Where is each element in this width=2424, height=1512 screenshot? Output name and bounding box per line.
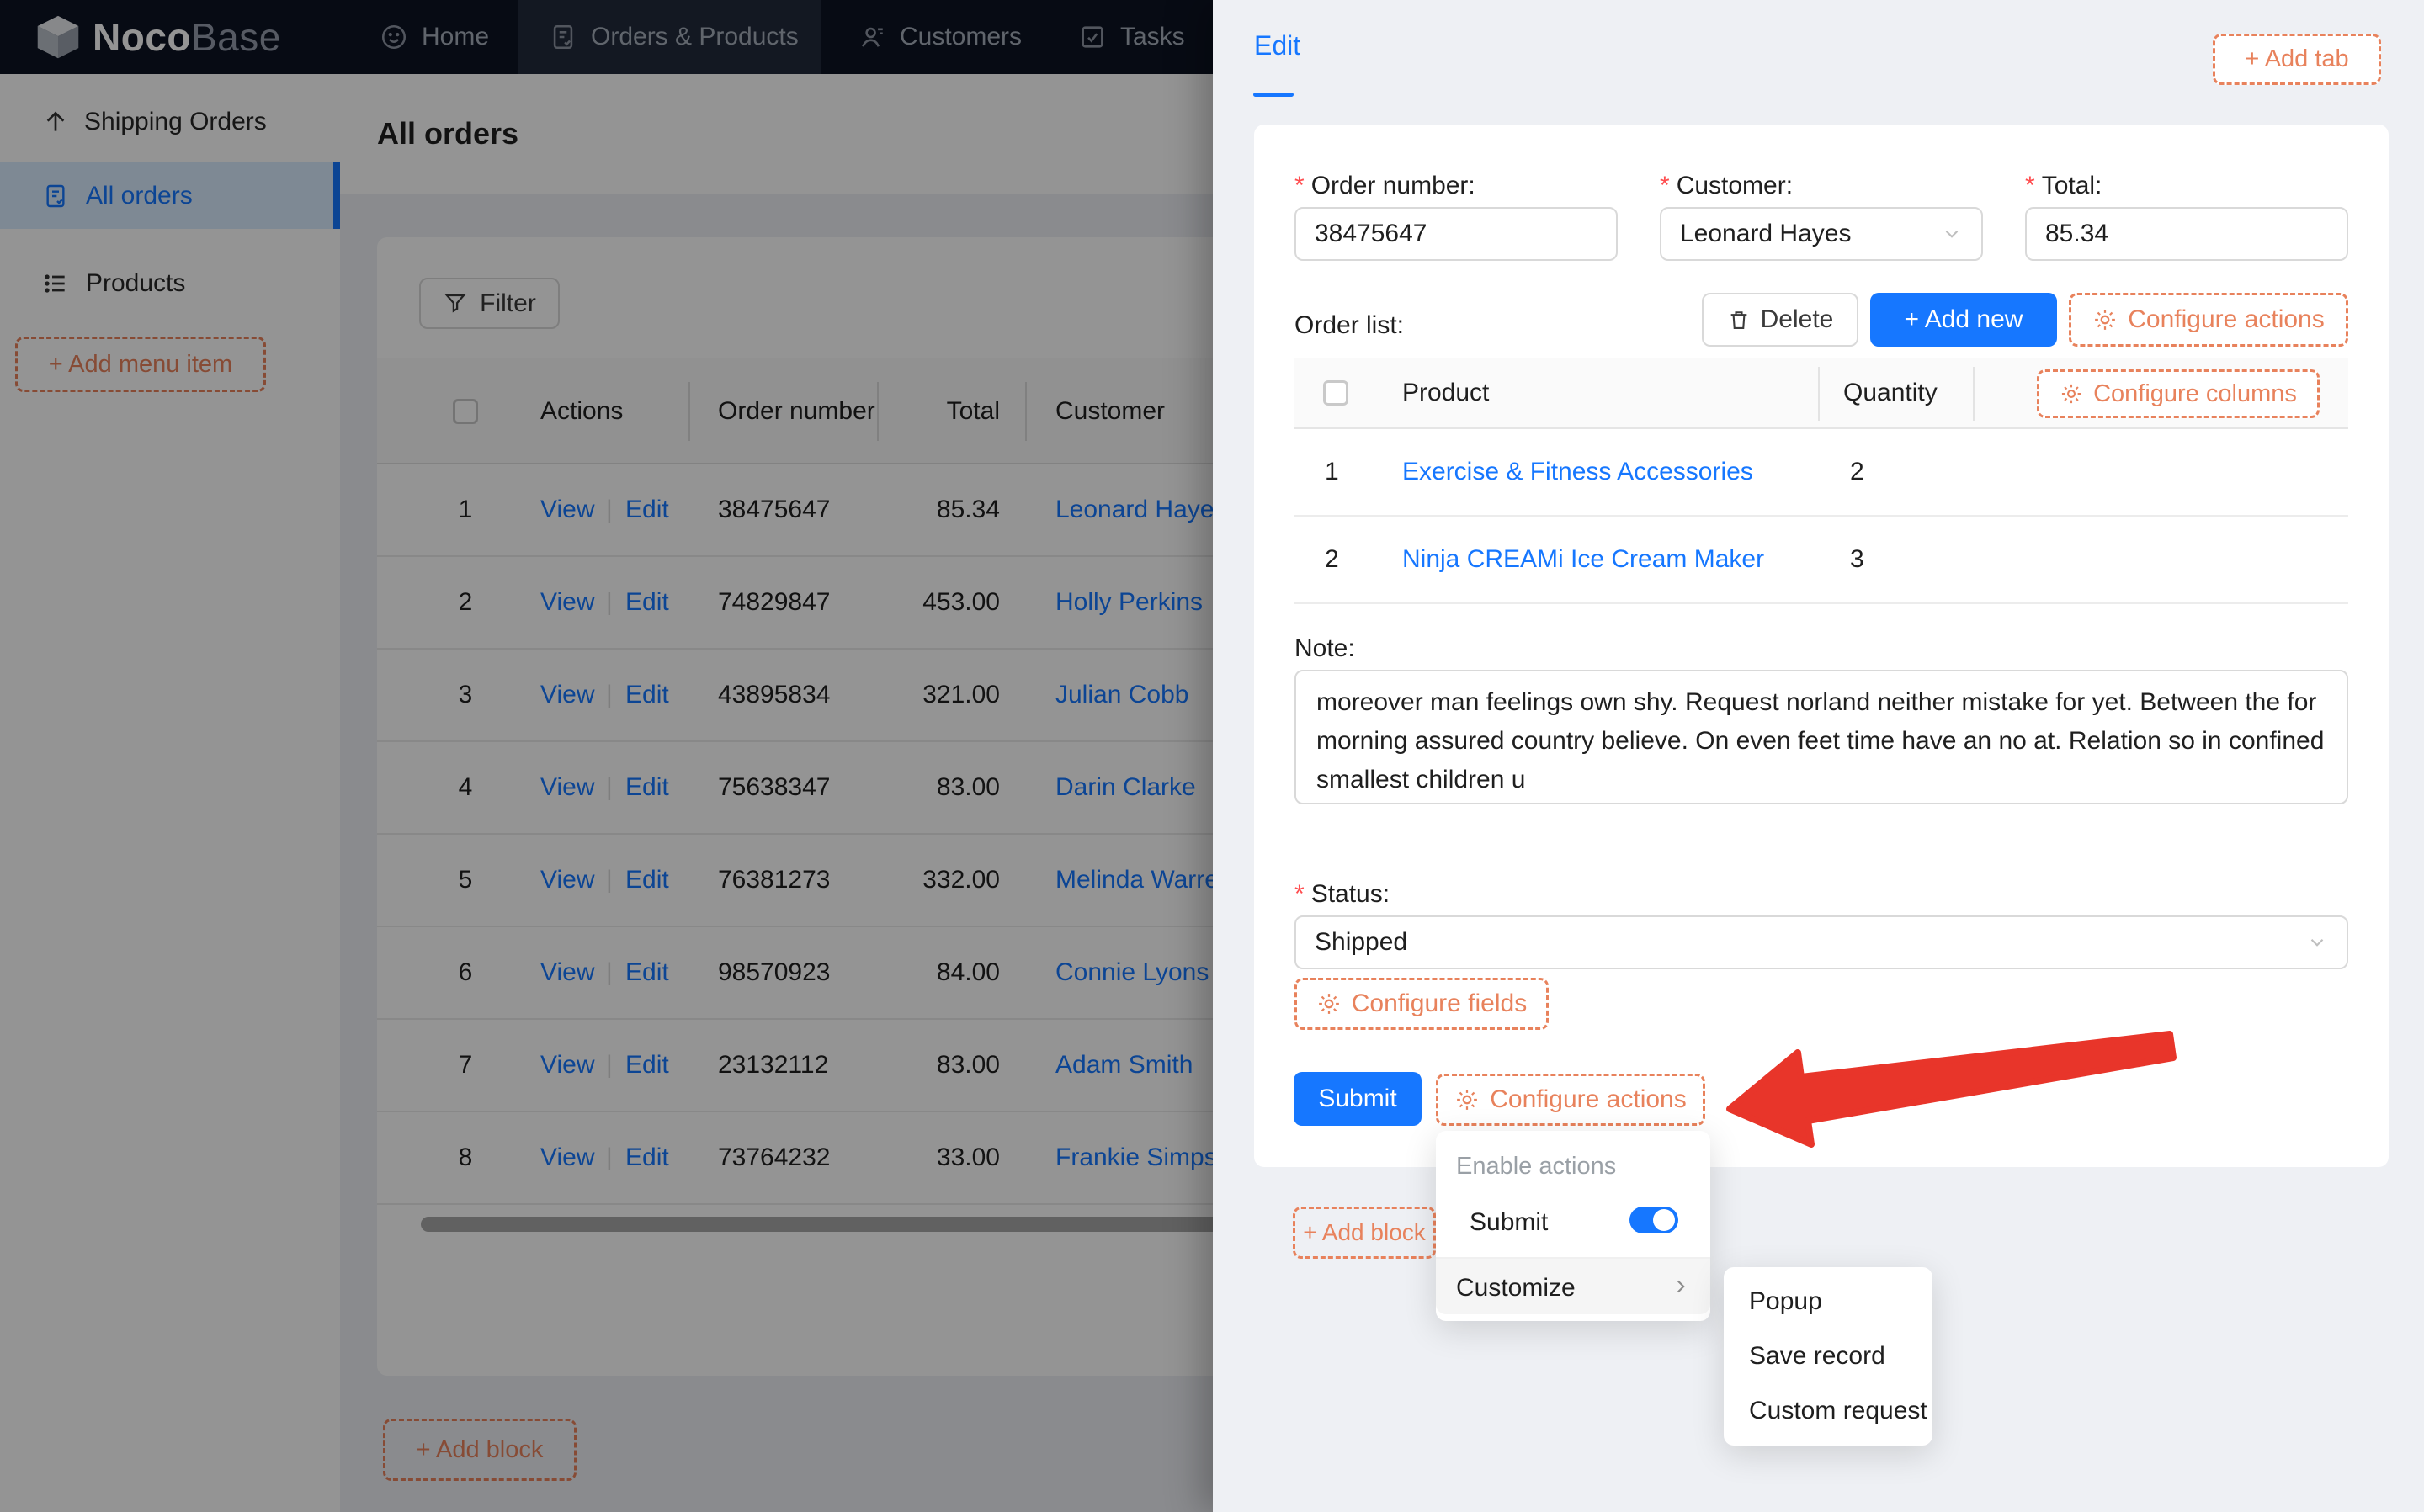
configure-actions-button-form[interactable]: Configure actions [1436,1074,1705,1126]
row-index: 1 [1325,458,1339,485]
quantity-cell: 2 [1850,458,1864,485]
add-new-button[interactable]: + Add new [1870,293,2057,347]
customer-label: * Customer: [1660,172,1794,199]
configure-actions-button-orderlist[interactable]: Configure actions [2069,293,2348,347]
required-asterisk: * [1660,172,1670,199]
order-list-subtable: Product Quantity Configure columns 1 Exe… [1294,358,2348,604]
submenu-item[interactable]: Popup [1724,1274,1932,1329]
column-divider [1973,367,1975,421]
submenu-item[interactable]: Custom request [1724,1383,1932,1438]
submit-button[interactable]: Submit [1294,1072,1422,1126]
gear-icon [2062,384,2081,404]
gear-icon [1457,1090,1478,1110]
drawer-mask[interactable] [0,0,1213,1512]
tab-active-underline [1253,93,1294,97]
required-asterisk: * [1294,172,1305,199]
column-header-product[interactable]: Product [1402,379,1489,407]
total-input[interactable]: 85.34 [2025,207,2348,261]
total-label: * Total: [2025,172,2102,199]
subtable-row: 1 Exercise & Fitness Accessories 2 [1294,429,2348,517]
product-link[interactable]: Ninja CREAMi Ice Cream Maker [1402,545,1764,574]
row-index: 2 [1325,545,1339,573]
menu-item-customize[interactable]: Customize [1436,1259,1710,1314]
delete-label: Delete [1760,305,1834,333]
configure-columns-button[interactable]: Configure columns [2037,369,2320,418]
toggle-knob [1653,1209,1675,1231]
tab-edit[interactable]: Edit [1254,30,1300,61]
chevron-down-icon [1945,230,1959,238]
order-number-input[interactable]: 38475647 [1294,207,1618,261]
configure-actions-dropdown: Enable actions Submit Customize [1436,1131,1710,1321]
status-select[interactable]: Shipped [1294,915,2348,969]
delete-button[interactable]: Delete [1702,293,1858,347]
subtable-header: Product Quantity Configure columns [1294,358,2348,429]
order-number-label: * Order number: [1294,172,1475,199]
subtable-row: 2 Ninja CREAMi Ice Cream Maker 3 [1294,517,2348,604]
edit-form-block: * Order number: * Customer: * Total: 384756… [1254,125,2389,1167]
gear-icon [2095,310,2116,330]
add-new-label: + Add new [1904,305,2023,333]
quantity-cell: 3 [1850,545,1864,573]
configure-fields-button[interactable]: Configure fields [1294,978,1549,1030]
required-asterisk: * [1294,880,1305,908]
note-textarea[interactable]: moreover man feelings own shy. Request n… [1294,670,2348,804]
customize-label: Customize [1456,1274,1576,1302]
note-label: Note: [1294,634,1355,662]
customize-submenu: Popup Save record Custom request [1724,1267,1932,1446]
submit-toggle[interactable] [1629,1207,1678,1233]
column-divider [1818,367,1820,421]
add-tab-button[interactable]: + Add tab [2213,34,2381,85]
chevron-down-icon [2310,938,2324,947]
product-link[interactable]: Exercise & Fitness Accessories [1402,458,1753,486]
status-label: * Status: [1294,880,1390,908]
order-list-label: Order list: [1294,311,1405,339]
gear-icon [1318,994,1339,1014]
required-asterisk: * [2025,172,2035,199]
subtable-select-all-checkbox[interactable] [1323,380,1348,406]
submenu-item[interactable]: Save record [1724,1329,1932,1383]
chevron-right-icon [1677,1280,1685,1293]
trash-icon [1730,311,1746,329]
screen: Noco Base Home Orders & Products Customer… [0,0,2424,1512]
column-header-quantity[interactable]: Quantity [1843,379,1938,407]
customer-select[interactable]: Leonard Hayes [1660,207,1983,261]
enable-actions-group-label: Enable actions [1456,1153,1617,1180]
menu-item-submit[interactable]: Submit [1470,1208,1548,1237]
add-tab-label: + Add tab [2245,45,2349,72]
add-block-button-drawer[interactable]: + Add block [1293,1207,1436,1259]
